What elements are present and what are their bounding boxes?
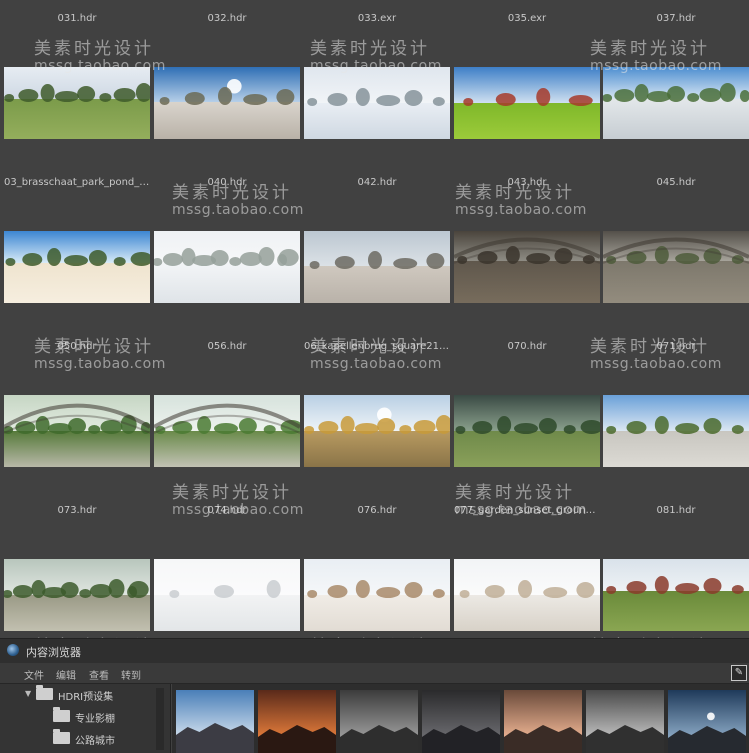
hdri-file-name: 043.hdr [507, 177, 547, 188]
hdri-thumbnail[interactable] [304, 67, 450, 139]
hdri-thumbnail[interactable] [304, 395, 450, 467]
tree-item-label: HDRI预设集 [58, 692, 114, 703]
hdri-thumbnail[interactable] [304, 559, 450, 631]
hdri-thumbnail-grid: 031.hdr 032.hdr 033.exr 035.exr 037.hdr … [0, 0, 749, 636]
hdri-file-name: 071.hdr [656, 341, 696, 352]
hdri-thumbnail[interactable] [154, 67, 300, 139]
hdri-file-name: 035.exr [507, 13, 547, 24]
hdri-thumbnail[interactable] [154, 395, 300, 467]
hdri-file-name: 070.hdr [507, 341, 547, 352]
hdri-file-name: 032.hdr [207, 13, 247, 24]
content-browser-menubar: 文件 编辑 查看 转到 ✎ [0, 663, 749, 684]
hdri-preset-thumbnail[interactable] [176, 690, 254, 753]
hdri-thumbnail[interactable] [454, 231, 600, 303]
hdri-thumbnail[interactable] [154, 559, 300, 631]
hdri-file-name: 040.hdr [207, 177, 247, 188]
hdri-thumbnail[interactable] [154, 231, 300, 303]
hdri-file-name: 050.hdr [57, 341, 97, 352]
hdri-thumbnail[interactable] [454, 67, 600, 139]
hdri-thumbnail[interactable] [4, 395, 150, 467]
hdri-thumbnail[interactable] [304, 231, 450, 303]
hdri-file-name: 045.hdr [656, 177, 696, 188]
menu-file[interactable]: 文件 [24, 667, 44, 682]
hdri-file-name: 033.exr [357, 13, 397, 24]
folder-icon [53, 729, 70, 744]
tree-item-label: 专业影棚 [75, 714, 115, 725]
tree-scrollbar[interactable] [156, 688, 164, 750]
hdri-thumbnail[interactable] [4, 559, 150, 631]
hdri-preset-thumbnail[interactable] [586, 690, 664, 753]
hdri-file-name: 073.hdr [57, 505, 97, 516]
app-logo-icon [7, 644, 19, 656]
folder-icon [36, 685, 53, 700]
hdri-thumbnail[interactable] [454, 395, 600, 467]
hdri-file-name: 03_brasschaat_park_pond_cas... [4, 177, 150, 188]
hdri-thumbnail[interactable] [454, 559, 600, 631]
hdri-file-name: 076.hdr [357, 505, 397, 516]
menu-view[interactable]: 查看 [89, 667, 109, 682]
hdri-preset-thumbnail[interactable] [340, 690, 418, 753]
hdri-thumbnail[interactable] [603, 559, 749, 631]
menu-edit[interactable]: 编辑 [56, 667, 76, 682]
hdri-thumbnail[interactable] [4, 231, 150, 303]
hdri-preset-thumbnail[interactable] [504, 690, 582, 753]
content-browser-titlebar: 内容浏览器 [0, 638, 749, 663]
menu-goto[interactable]: 转到 [121, 667, 141, 682]
folder-icon [53, 707, 70, 722]
hdri-file-name: 056.hdr [207, 341, 247, 352]
hdri-file-name: 074.hdr [207, 505, 247, 516]
hdri-preset-thumbnail[interactable] [422, 690, 500, 753]
hdri-file-name: 042.hdr [357, 177, 397, 188]
hdri-thumbnail[interactable] [4, 67, 150, 139]
hdri-thumbnail[interactable] [603, 395, 749, 467]
hdri-preset-thumbnail[interactable] [258, 690, 336, 753]
hdri-file-name: 06_kapellenbrug_square21.hdr [304, 341, 450, 352]
edit-pencil-icon[interactable]: ✎ [731, 665, 747, 681]
preset-thumbnail-strip [172, 684, 749, 753]
tree-item-label: 公路城市 [75, 736, 115, 747]
hdri-file-name: 031.hdr [57, 13, 97, 24]
hdri-thumbnail[interactable] [603, 231, 749, 303]
hdri-file-name: 081.hdr [656, 505, 696, 516]
hdri-file-name: 037.hdr [656, 13, 696, 24]
hdri-preset-thumbnail[interactable] [668, 690, 746, 753]
content-browser-title: 内容浏览器 [26, 646, 81, 659]
hdri-file-name: 077_garden_sunset_ground.hdr [454, 505, 600, 516]
folder-tree: ▼ HDRI预设集 专业影棚 公路城市 [0, 684, 171, 753]
expand-arrow-icon[interactable]: ▼ [25, 689, 31, 698]
hdri-thumbnail[interactable] [603, 67, 749, 139]
